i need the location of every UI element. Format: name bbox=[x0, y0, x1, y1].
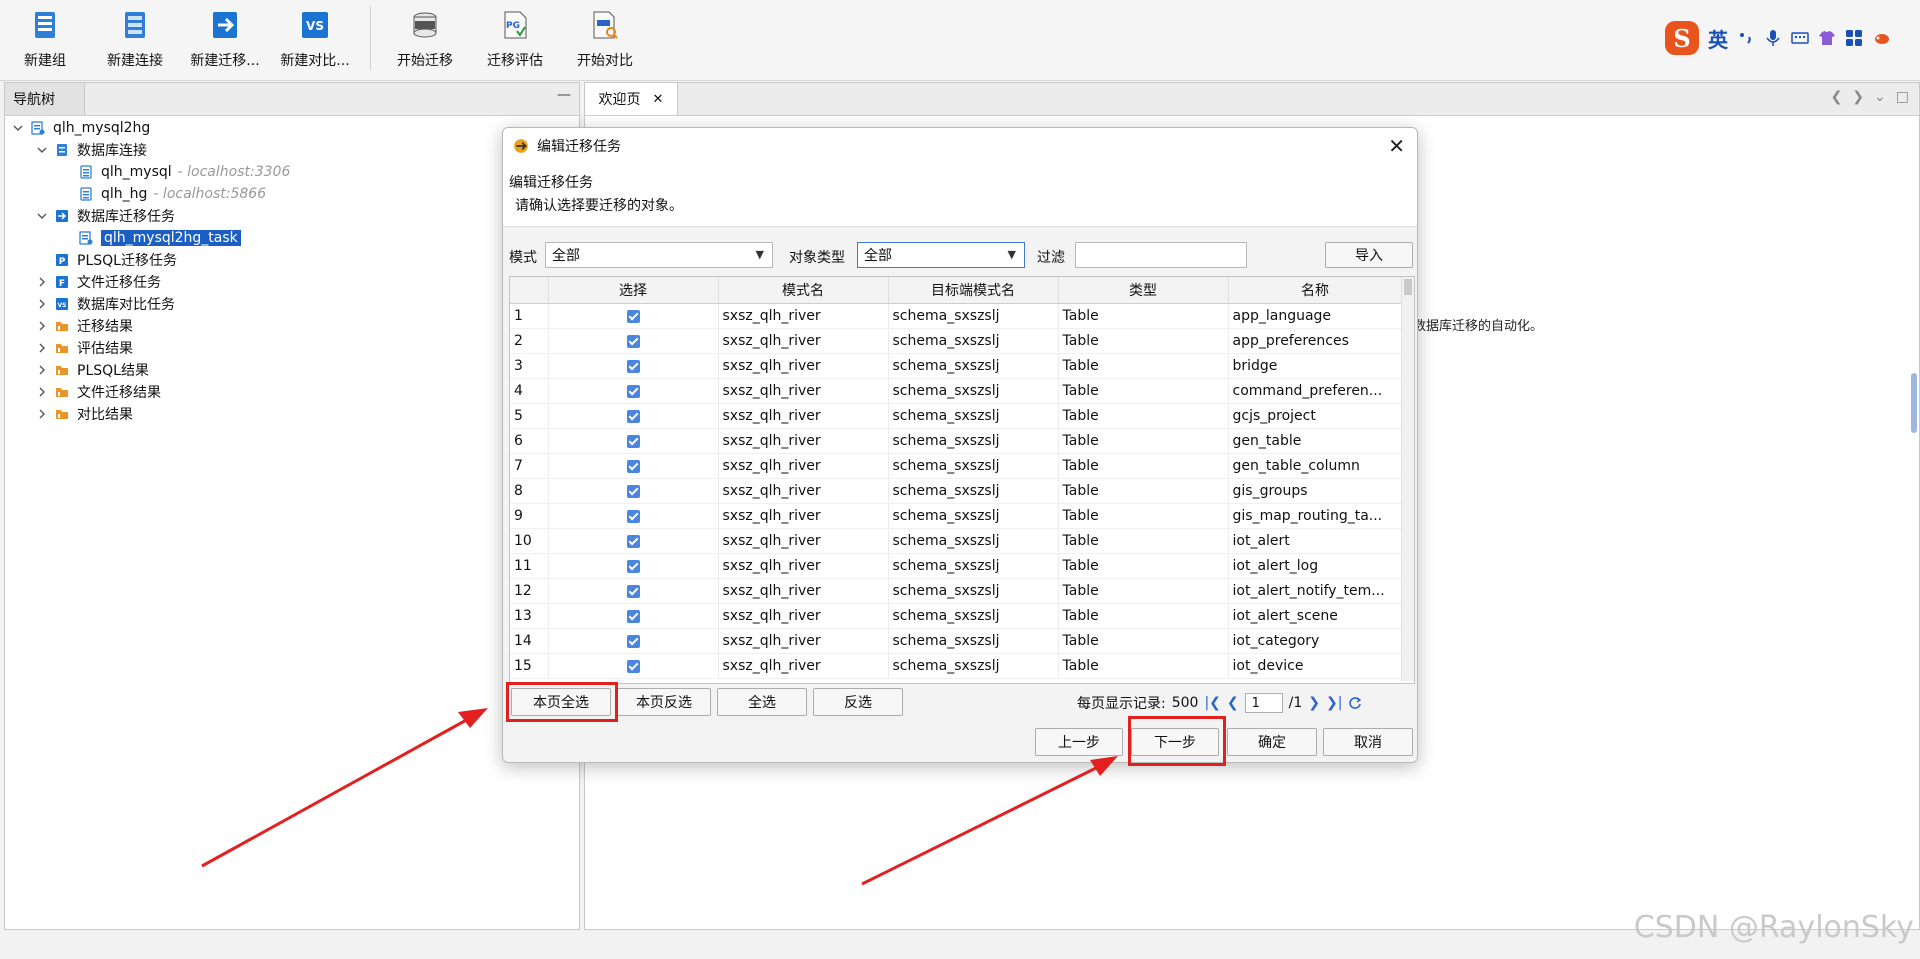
arrowhead-next-step bbox=[1090, 756, 1118, 776]
annotation-arrows bbox=[201, 708, 1118, 886]
watermark: CSDN @RaylonSky bbox=[1633, 910, 1914, 945]
arrow-to-next-step bbox=[861, 764, 1101, 886]
arrowhead-select-all bbox=[458, 708, 488, 728]
arrow-to-select-all bbox=[201, 716, 471, 868]
